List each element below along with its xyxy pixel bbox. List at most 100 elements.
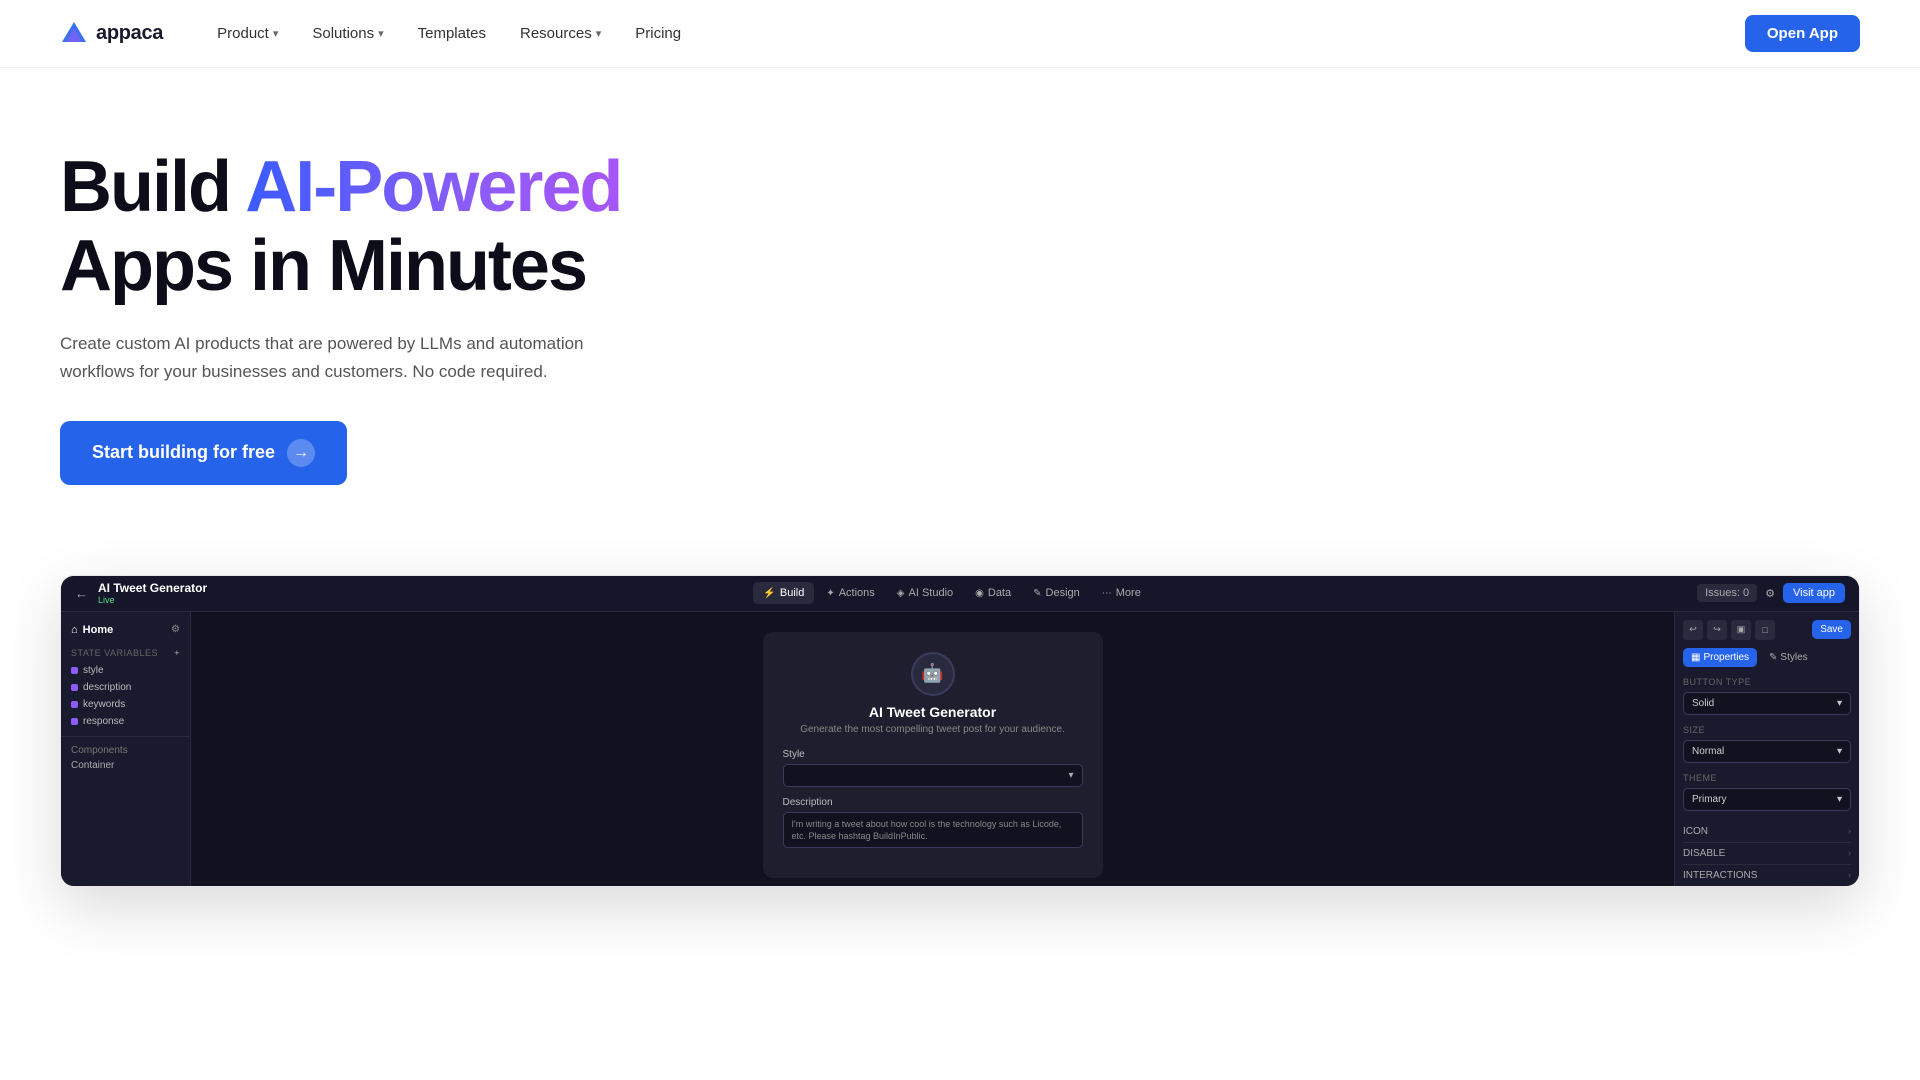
- logo[interactable]: appaca: [60, 20, 163, 48]
- view-button[interactable]: □: [1755, 620, 1775, 640]
- tab-ai-studio[interactable]: ◈ AI Studio: [887, 582, 963, 604]
- app-ui: ← AI Tweet Generator Live ⚡ Build ✦ Acti…: [61, 576, 1859, 886]
- hero-subtitle: Create custom AI products that are power…: [60, 330, 660, 384]
- ai-studio-tab-icon: ◈: [897, 588, 905, 599]
- back-button[interactable]: ←: [75, 586, 88, 601]
- cta-arrow-icon: →: [287, 439, 315, 467]
- tab-actions[interactable]: ✦ Actions: [816, 582, 884, 604]
- redo-button[interactable]: ↪: [1707, 620, 1727, 640]
- components-section: Components Container: [61, 736, 190, 775]
- styles-tab-icon: ✎: [1769, 652, 1777, 663]
- nav-item-templates[interactable]: Templates: [404, 17, 500, 50]
- nav-links: Product ▾ Solutions ▾ Templates Resource…: [203, 17, 695, 50]
- var-keywords-dot: [71, 701, 78, 708]
- var-response[interactable]: response: [61, 713, 190, 730]
- home-icon: ⌂: [71, 624, 78, 636]
- design-tab-icon: ✎: [1033, 588, 1041, 599]
- app-topbar-left: ← AI Tweet Generator Live: [75, 581, 207, 605]
- resources-chevron-icon: ▾: [596, 27, 602, 40]
- theme-chevron-icon: ▾: [1837, 794, 1842, 805]
- open-app-button[interactable]: Open App: [1745, 15, 1860, 52]
- sidebar-home-link[interactable]: ⌂ Home: [71, 624, 113, 636]
- app-screenshot: ← AI Tweet Generator Live ⚡ Build ✦ Acti…: [60, 575, 1860, 887]
- hero-title: Build AI-Powered Apps in Minutes: [60, 148, 1860, 306]
- nav-item-product[interactable]: Product ▾: [203, 17, 292, 50]
- app-topbar-right: Issues: 0 ⚙ Visit app: [1697, 583, 1845, 603]
- size-dropdown[interactable]: Normal ▾: [1683, 740, 1851, 763]
- sidebar-header: ⌂ Home ⚙: [61, 620, 190, 642]
- theme-section: Theme Primary ▾: [1683, 773, 1851, 811]
- size-section: Size Normal ▾: [1683, 725, 1851, 763]
- actions-tab-icon: ✦: [826, 588, 834, 599]
- button-type-dropdown[interactable]: Solid ▾: [1683, 692, 1851, 715]
- bot-avatar: 🤖: [911, 652, 955, 696]
- properties-tab[interactable]: ▦ Properties: [1683, 648, 1757, 667]
- tab-design[interactable]: ✎ Design: [1023, 582, 1090, 604]
- start-building-button[interactable]: Start building for free →: [60, 421, 347, 485]
- visit-app-button[interactable]: Visit app: [1783, 583, 1845, 603]
- sidebar-settings-icon[interactable]: ⚙: [171, 624, 180, 635]
- var-response-dot: [71, 718, 78, 725]
- theme-dropdown[interactable]: Primary ▾: [1683, 788, 1851, 811]
- right-panel-toolbar: ↩ ↪ ▣ □: [1683, 620, 1775, 640]
- app-tabs: ⚡ Build ✦ Actions ◈ AI Studio ◉ Data ✎: [753, 582, 1150, 604]
- nav-item-resources[interactable]: Resources ▾: [506, 17, 615, 50]
- add-variable-icon[interactable]: +: [174, 648, 180, 658]
- right-panel-tabs: ▦ Properties ✎ Styles: [1683, 648, 1851, 667]
- more-tab-icon: ⋯: [1102, 588, 1112, 599]
- properties-tab-icon: ▦: [1691, 652, 1700, 663]
- app-name-label: AI Tweet Generator: [98, 581, 207, 595]
- layout-button[interactable]: ▣: [1731, 620, 1751, 640]
- tab-more[interactable]: ⋯ More: [1092, 582, 1151, 604]
- nav-item-solutions[interactable]: Solutions ▾: [298, 17, 397, 50]
- app-sidebar: ⌂ Home ⚙ State variables + style descrip…: [61, 612, 191, 886]
- tweet-card: 🤖 AI Tweet Generator Generate the most c…: [763, 632, 1103, 878]
- icon-row[interactable]: ICON ›: [1683, 821, 1851, 843]
- styles-tab[interactable]: ✎ Styles: [1761, 648, 1816, 667]
- app-body: ⌂ Home ⚙ State variables + style descrip…: [61, 612, 1859, 886]
- var-style-dot: [71, 667, 78, 674]
- description-field: Description I'm writing a tweet about ho…: [783, 797, 1083, 848]
- data-tab-icon: ◉: [975, 588, 984, 599]
- navbar: appaca Product ▾ Solutions ▾ Templates R…: [0, 0, 1920, 68]
- product-chevron-icon: ▾: [273, 27, 279, 40]
- nav-item-pricing[interactable]: Pricing: [621, 17, 695, 50]
- app-status-badge: Live: [98, 595, 207, 605]
- app-topbar: ← AI Tweet Generator Live ⚡ Build ✦ Acti…: [61, 576, 1859, 612]
- disable-chevron-icon: ›: [1848, 848, 1851, 858]
- tab-build[interactable]: ⚡ Build: [753, 582, 814, 604]
- state-variables-section: State variables +: [61, 642, 190, 662]
- description-textarea[interactable]: I'm writing a tweet about how cool is th…: [783, 812, 1083, 848]
- logo-icon: [60, 20, 88, 48]
- tab-data[interactable]: ◉ Data: [965, 582, 1021, 604]
- var-style[interactable]: style: [61, 662, 190, 679]
- save-button[interactable]: Save: [1812, 620, 1851, 639]
- navbar-left: appaca Product ▾ Solutions ▾ Templates R…: [60, 17, 695, 50]
- var-keywords[interactable]: keywords: [61, 696, 190, 713]
- right-panel: ↩ ↪ ▣ □ Save ▦ Properties ✎ Styles: [1674, 612, 1859, 886]
- icon-chevron-icon: ›: [1848, 826, 1851, 836]
- back-icon: ←: [75, 586, 88, 601]
- style-field: Style ▾: [783, 749, 1083, 787]
- interactions-row[interactable]: INTERACTIONS ›: [1683, 865, 1851, 886]
- interactions-chevron-icon: ›: [1848, 870, 1851, 880]
- var-description-dot: [71, 684, 78, 691]
- undo-button[interactable]: ↩: [1683, 620, 1703, 640]
- var-description[interactable]: description: [61, 679, 190, 696]
- style-select[interactable]: ▾: [783, 764, 1083, 787]
- right-panel-toprow: ↩ ↪ ▣ □ Save: [1683, 620, 1851, 640]
- settings-icon[interactable]: ⚙: [1765, 587, 1775, 600]
- size-chevron-icon: ▾: [1837, 746, 1842, 757]
- button-type-section: Button type Solid ▾: [1683, 677, 1851, 715]
- hero-section: Build AI-Powered Apps in Minutes Create …: [0, 68, 1920, 525]
- issues-badge: Issues: 0: [1697, 584, 1757, 602]
- build-tab-icon: ⚡: [763, 588, 775, 599]
- select-chevron-icon: ▾: [1068, 770, 1073, 781]
- disable-row[interactable]: DISABLE ›: [1683, 843, 1851, 865]
- solutions-chevron-icon: ▾: [378, 27, 384, 40]
- app-title-group: AI Tweet Generator Live: [98, 581, 207, 605]
- tweet-card-header: 🤖 AI Tweet Generator Generate the most c…: [783, 652, 1083, 735]
- logo-text: appaca: [96, 22, 163, 45]
- button-type-chevron-icon: ▾: [1837, 698, 1842, 709]
- app-canvas: 🤖 AI Tweet Generator Generate the most c…: [191, 612, 1674, 886]
